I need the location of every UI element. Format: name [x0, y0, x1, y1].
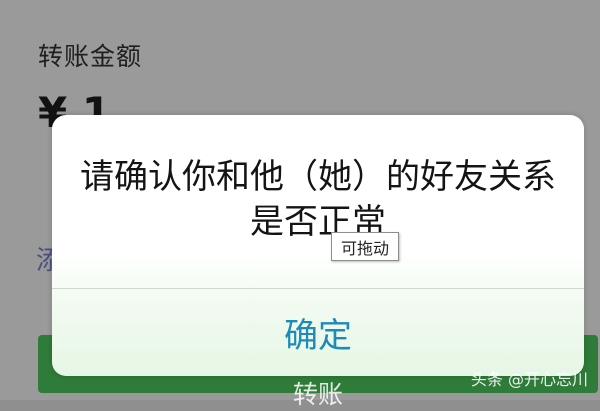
alert-dialog: 请确认你和他（她）的好友关系是否正常 确定: [52, 115, 584, 376]
watermark: 头条 @开心忘川: [470, 370, 588, 389]
confirm-button[interactable]: 确定: [52, 289, 584, 376]
drag-tooltip[interactable]: 可拖动: [331, 232, 399, 261]
alert-message: 请确认你和他（她）的好友关系是否正常: [80, 157, 556, 242]
transfer-amount-label: 转账金额: [38, 42, 143, 71]
